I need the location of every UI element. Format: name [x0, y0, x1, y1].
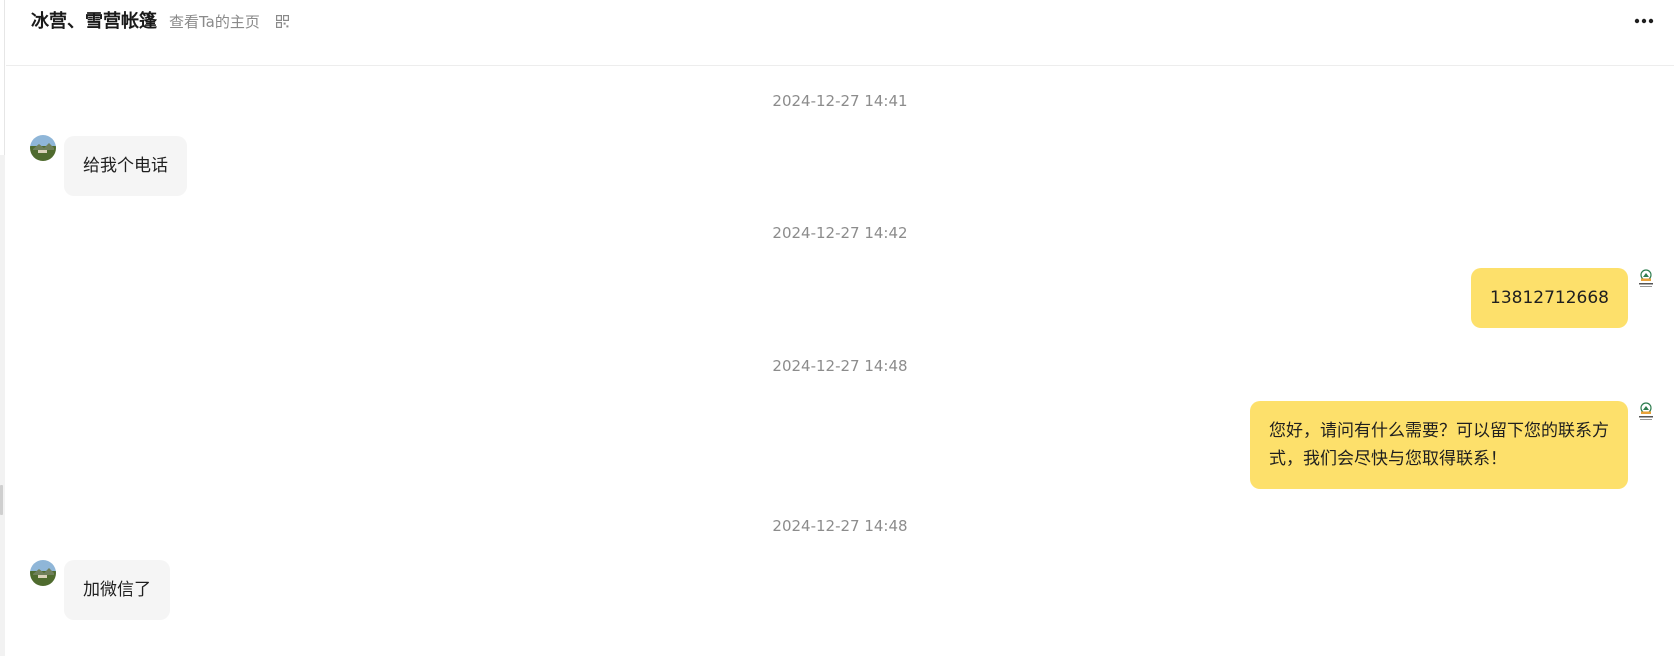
message-text-line: 您好，请问有什么需要？可以留下您的联系方: [1269, 421, 1609, 441]
message-text-line: 式，我们会尽快与您取得联系！: [1269, 449, 1507, 469]
outgoing-message-bubble: 13812712668: [1471, 268, 1628, 328]
message-text: 给我个电话: [83, 156, 168, 176]
qr-code-icon[interactable]: [276, 15, 289, 28]
contact-avatar[interactable]: [30, 560, 56, 586]
more-horizontal-icon[interactable]: [1634, 14, 1654, 28]
left-panel-edge: [0, 0, 5, 656]
message-timestamp: 2024-12-27 14:48: [772, 357, 908, 375]
brand-logo-icon: [1635, 268, 1657, 290]
message-timestamp: 2024-12-27 14:41: [772, 92, 908, 110]
own-avatar[interactable]: [1635, 401, 1657, 423]
message-text: 13812712668: [1490, 288, 1609, 308]
contact-avatar[interactable]: [30, 135, 56, 161]
incoming-message-bubble: 加微信了: [64, 560, 170, 620]
message-text: 加微信了: [83, 580, 151, 600]
resize-handle[interactable]: [0, 485, 3, 515]
own-avatar[interactable]: [1635, 268, 1657, 290]
outgoing-message-bubble: 您好，请问有什么需要？可以留下您的联系方 式，我们会尽快与您取得联系！: [1250, 401, 1628, 489]
left-panel-strip: [0, 155, 5, 656]
contact-name: 冰营、雪营帐篷: [31, 11, 157, 32]
message-timestamp: 2024-12-27 14:48: [772, 517, 908, 535]
landscape-avatar-icon: [30, 135, 56, 161]
view-profile-link[interactable]: 查看Ta的主页: [169, 12, 260, 32]
landscape-avatar-icon: [30, 560, 56, 586]
brand-logo-icon: [1635, 401, 1657, 423]
message-timestamp: 2024-12-27 14:42: [772, 224, 908, 242]
incoming-message-bubble: 给我个电话: [64, 136, 187, 196]
chat-header: 冰营、雪营帐篷 查看Ta的主页: [6, 0, 1674, 66]
